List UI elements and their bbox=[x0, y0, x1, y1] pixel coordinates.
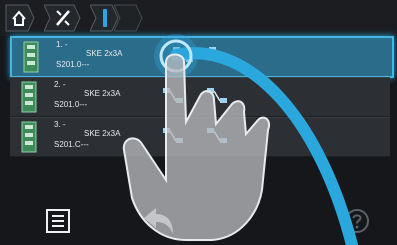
row-name: SKE 2x3A bbox=[84, 129, 121, 138]
breadcrumb-current bbox=[114, 3, 144, 33]
home-icon bbox=[5, 4, 35, 32]
module-icon bbox=[23, 41, 39, 73]
row-number: 2. - bbox=[54, 80, 66, 89]
list-icon[interactable] bbox=[45, 208, 71, 234]
back-arrow-icon[interactable] bbox=[142, 206, 176, 236]
connection-icon[interactable] bbox=[208, 46, 230, 64]
connection-icon[interactable] bbox=[206, 127, 228, 145]
connection-icon[interactable] bbox=[162, 127, 184, 145]
row-name: SKE 2x3A bbox=[86, 49, 123, 58]
list-item-1[interactable]: 1. - SKE 2x3A S201.0--- bbox=[10, 36, 394, 78]
breadcrumb bbox=[0, 0, 397, 36]
row-number: 3. - bbox=[54, 120, 66, 129]
row-number: 1. - bbox=[56, 40, 68, 49]
row-code: S201.C--- bbox=[54, 140, 89, 149]
screen: 1. - SKE 2x3A S201.0--- 2. - SKE 2x3A S2… bbox=[0, 0, 397, 245]
tools-icon bbox=[44, 4, 81, 32]
list-item-3[interactable]: 3. - SKE 2x3A S201.C--- bbox=[10, 117, 390, 157]
row-name: SKE 2x3A bbox=[84, 89, 121, 98]
separator-icon bbox=[114, 4, 143, 32]
bottom-toolbar bbox=[0, 196, 397, 245]
breadcrumb-tools[interactable] bbox=[44, 3, 82, 33]
module-icon bbox=[21, 121, 37, 153]
list-item-2[interactable]: 2. - SKE 2x3A S201.0--- bbox=[10, 77, 390, 117]
row-code: S201.0--- bbox=[56, 60, 90, 69]
connection-icon[interactable] bbox=[172, 46, 194, 64]
connection-icon[interactable] bbox=[162, 87, 184, 105]
connection-icon[interactable] bbox=[206, 87, 228, 105]
breadcrumb-home[interactable] bbox=[4, 3, 36, 33]
module-icon bbox=[21, 81, 37, 113]
help-icon[interactable] bbox=[344, 208, 370, 234]
row-code: S201.0--- bbox=[54, 100, 88, 109]
